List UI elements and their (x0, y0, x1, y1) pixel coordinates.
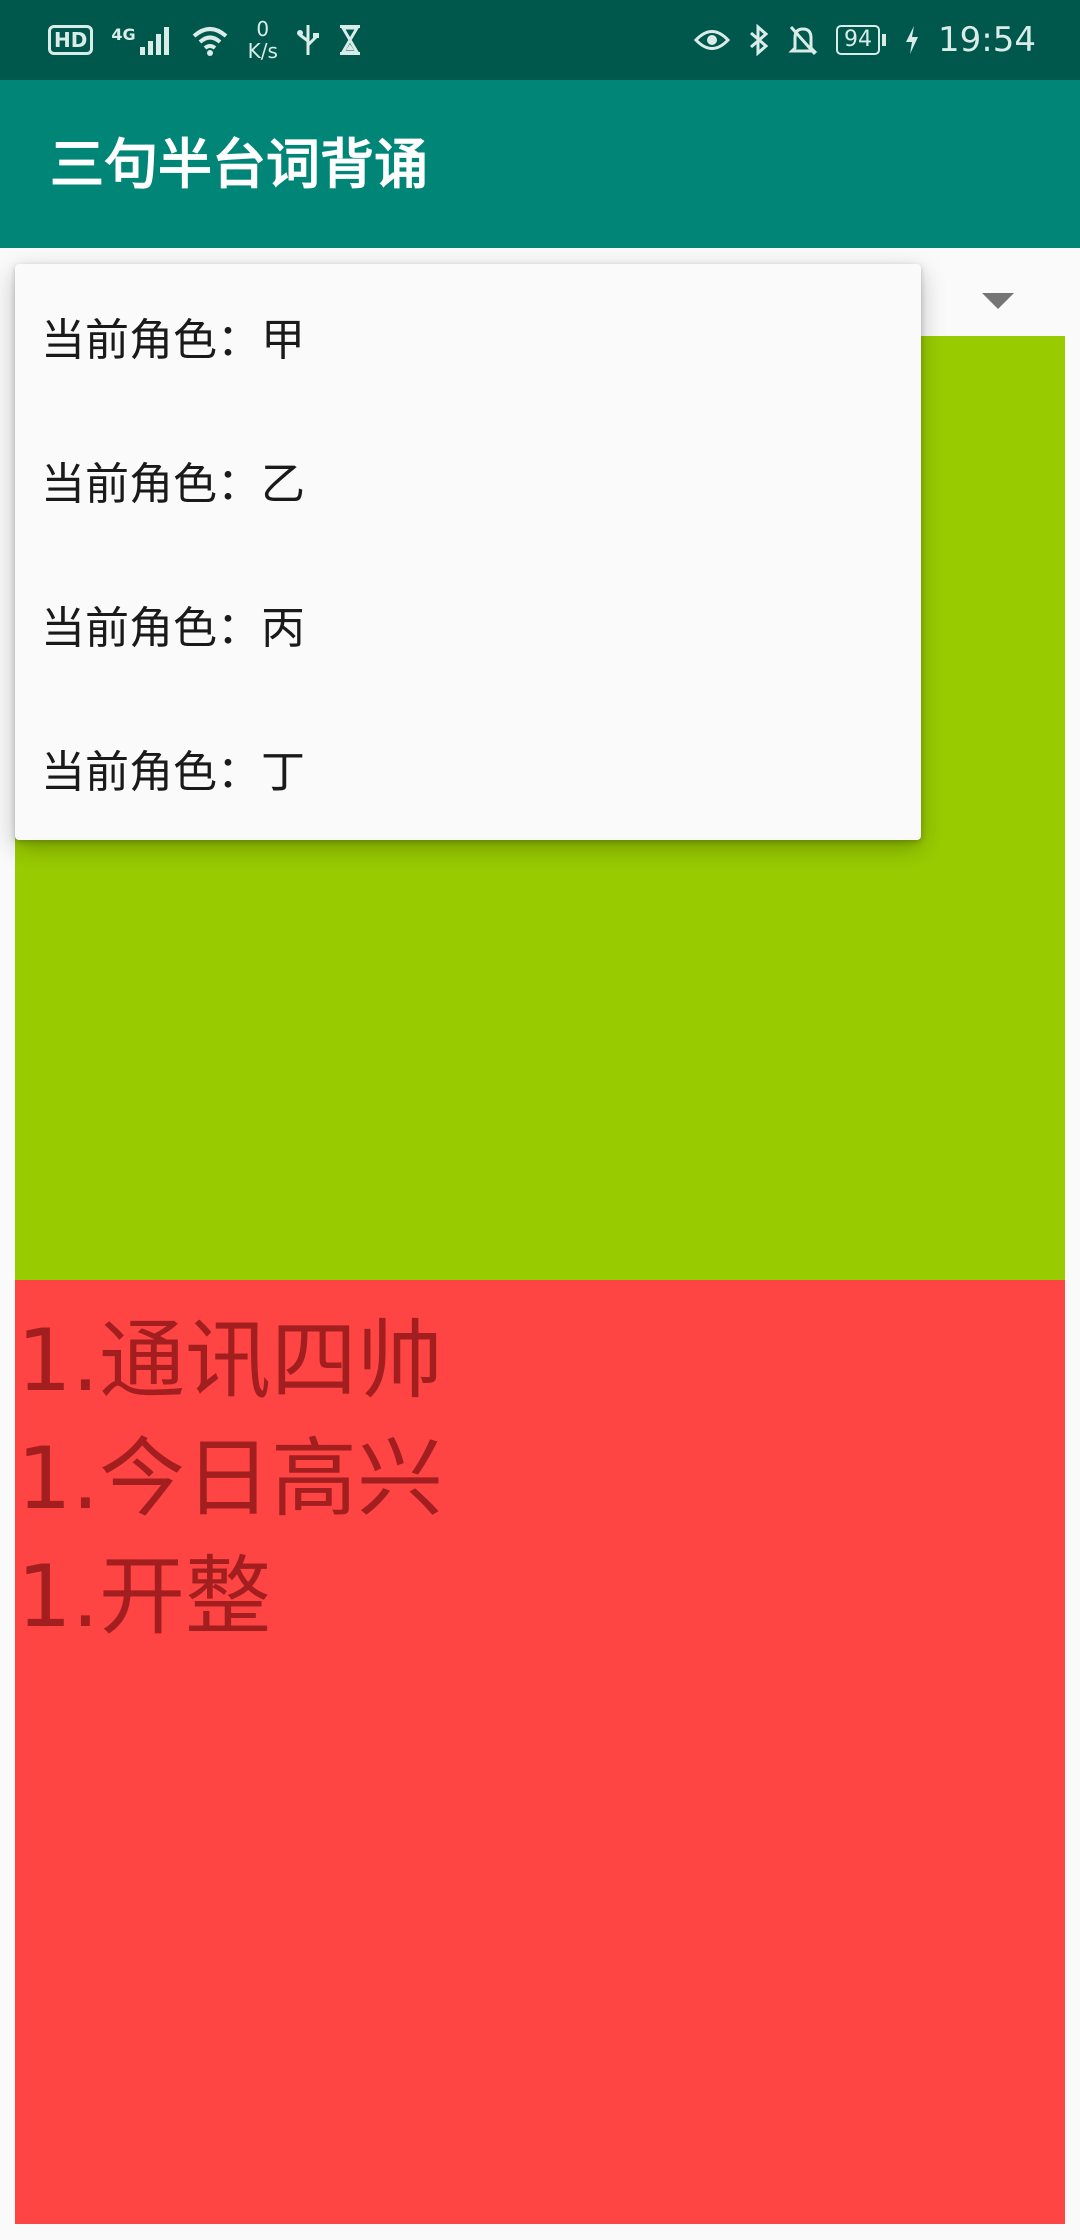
network-speed-unit: K/s (247, 39, 278, 63)
app-bar: 三句半台词背诵 (0, 80, 1080, 248)
network-speed-value: 0 (256, 17, 270, 41)
hd-icon: HD (48, 25, 94, 55)
role-option-bing[interactable]: 当前角色：丙 (15, 552, 921, 696)
status-bar: HD 4G 0 K/s 94 19:54 (0, 0, 1080, 80)
role-option-jia[interactable]: 当前角色：甲 (15, 264, 921, 408)
charging-icon (904, 25, 920, 55)
lines-list: 1.通讯四帅 1.今日高兴 1.开整 (15, 1280, 1065, 1656)
eye-icon (694, 27, 731, 53)
line-item: 1.开整 (17, 1547, 272, 1647)
line-item: 1.通讯四帅 (17, 1311, 444, 1411)
bluetooth-icon (748, 24, 770, 56)
role-option-ding[interactable]: 当前角色：丁 (15, 696, 921, 840)
wifi-icon (190, 24, 230, 56)
battery-icon: 94 (836, 25, 887, 55)
battery-level: 94 (836, 25, 881, 55)
clock: 19:54 (938, 20, 1036, 60)
battery-tip (882, 34, 887, 46)
line-item: 1.今日高兴 (17, 1429, 444, 1529)
role-option-yi[interactable]: 当前角色：乙 (15, 408, 921, 552)
usb-icon (296, 23, 320, 57)
network-speed: 0 K/s (248, 18, 278, 62)
dropdown-arrow-icon[interactable] (982, 293, 1014, 309)
status-bar-left: HD 4G 0 K/s (48, 18, 362, 62)
cellular-signal-icon: 4G (111, 25, 171, 55)
page-title: 三句半台词背诵 (50, 133, 428, 196)
status-bar-right: 94 19:54 (694, 14, 1036, 66)
notifications-off-icon (788, 24, 818, 56)
role-dropdown-menu: 当前角色：甲 当前角色：乙 当前角色：丙 当前角色：丁 (15, 264, 921, 840)
network-type-label: 4G (111, 25, 136, 44)
lines-panel: 1.通讯四帅 1.今日高兴 1.开整 (15, 1280, 1065, 2224)
hourglass-icon (338, 24, 362, 56)
